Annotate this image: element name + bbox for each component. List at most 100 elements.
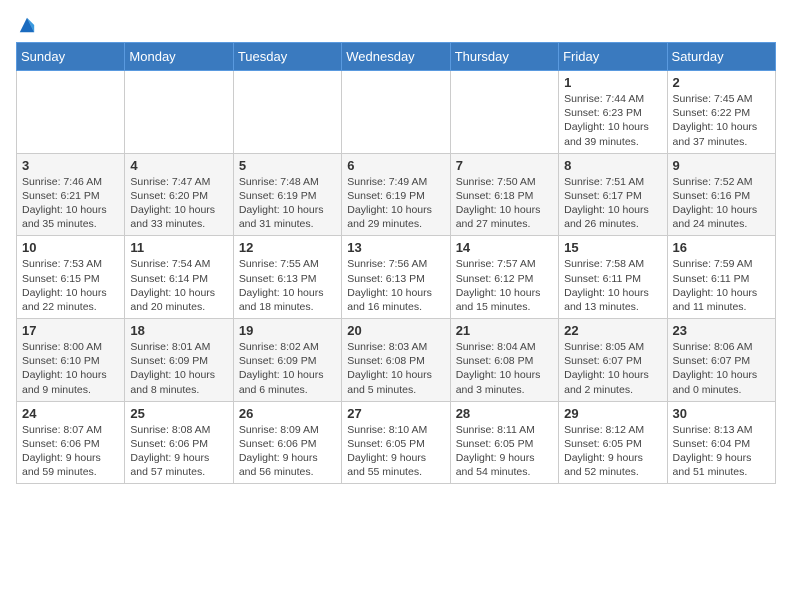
day-number: 14 bbox=[456, 240, 553, 255]
cell-content: Sunrise: 8:06 AM Sunset: 6:07 PM Dayligh… bbox=[673, 340, 770, 397]
cell-content: Sunrise: 8:05 AM Sunset: 6:07 PM Dayligh… bbox=[564, 340, 661, 397]
cell-content: Sunrise: 8:08 AM Sunset: 6:06 PM Dayligh… bbox=[130, 423, 227, 480]
calendar-cell: 10 Sunrise: 7:53 AM Sunset: 6:15 PM Dayli… bbox=[17, 236, 125, 319]
day-number: 26 bbox=[239, 406, 336, 421]
cell-content: Sunrise: 8:03 AM Sunset: 6:08 PM Dayligh… bbox=[347, 340, 444, 397]
cell-content: Sunrise: 7:55 AM Sunset: 6:13 PM Dayligh… bbox=[239, 257, 336, 314]
calendar-cell: 22 Sunrise: 8:05 AM Sunset: 6:07 PM Dayli… bbox=[559, 319, 667, 402]
day-number: 7 bbox=[456, 158, 553, 173]
calendar-cell: 23Sunrise: 8:06 AM Sunset: 6:07 PM Dayli… bbox=[667, 319, 775, 402]
day-number: 15 bbox=[564, 240, 661, 255]
calendar-cell: 8 Sunrise: 7:51 AM Sunset: 6:17 PM Daylig… bbox=[559, 153, 667, 236]
calendar-cell: 20 Sunrise: 8:03 AM Sunset: 6:08 PM Dayli… bbox=[342, 319, 450, 402]
day-number: 3 bbox=[22, 158, 119, 173]
cell-content: Sunrise: 8:10 AM Sunset: 6:05 PM Dayligh… bbox=[347, 423, 444, 480]
calendar-cell: 19Sunrise: 8:02 AM Sunset: 6:09 PM Dayli… bbox=[233, 319, 341, 402]
calendar-cell: 15 Sunrise: 7:58 AM Sunset: 6:11 PM Dayli… bbox=[559, 236, 667, 319]
day-number: 4 bbox=[130, 158, 227, 173]
page-header bbox=[16, 16, 776, 30]
calendar-cell: 6 Sunrise: 7:49 AM Sunset: 6:19 PM Daylig… bbox=[342, 153, 450, 236]
cell-content: Sunrise: 7:59 AM Sunset: 6:11 PM Dayligh… bbox=[673, 257, 770, 314]
weekday-header-tuesday: Tuesday bbox=[233, 43, 341, 71]
day-number: 20 bbox=[347, 323, 444, 338]
calendar-cell: 24 Sunrise: 8:07 AM Sunset: 6:06 PM Dayli… bbox=[17, 401, 125, 484]
calendar-cell: 2 Sunrise: 7:45 AM Sunset: 6:22 PM Daylig… bbox=[667, 71, 775, 154]
day-number: 18 bbox=[130, 323, 227, 338]
calendar-header-row: SundayMondayTuesdayWednesdayThursdayFrid… bbox=[17, 43, 776, 71]
cell-content: Sunrise: 7:52 AM Sunset: 6:16 PM Dayligh… bbox=[673, 175, 770, 232]
calendar-cell: 13 Sunrise: 7:56 AM Sunset: 6:13 PM Dayli… bbox=[342, 236, 450, 319]
day-number: 16 bbox=[673, 240, 770, 255]
calendar-cell bbox=[233, 71, 341, 154]
day-number: 21 bbox=[456, 323, 553, 338]
day-number: 22 bbox=[564, 323, 661, 338]
day-number: 5 bbox=[239, 158, 336, 173]
day-number: 1 bbox=[564, 75, 661, 90]
cell-content: Sunrise: 7:50 AM Sunset: 6:18 PM Dayligh… bbox=[456, 175, 553, 232]
calendar-week-row: 1 Sunrise: 7:44 AM Sunset: 6:23 PM Daylig… bbox=[17, 71, 776, 154]
calendar-cell: 28Sunrise: 8:11 AM Sunset: 6:05 PM Dayli… bbox=[450, 401, 558, 484]
cell-content: Sunrise: 8:07 AM Sunset: 6:06 PM Dayligh… bbox=[22, 423, 119, 480]
cell-content: Sunrise: 7:56 AM Sunset: 6:13 PM Dayligh… bbox=[347, 257, 444, 314]
cell-content: Sunrise: 8:04 AM Sunset: 6:08 PM Dayligh… bbox=[456, 340, 553, 397]
weekday-header-monday: Monday bbox=[125, 43, 233, 71]
calendar-week-row: 17Sunrise: 8:00 AM Sunset: 6:10 PM Dayli… bbox=[17, 319, 776, 402]
cell-content: Sunrise: 7:44 AM Sunset: 6:23 PM Dayligh… bbox=[564, 92, 661, 149]
weekday-header-wednesday: Wednesday bbox=[342, 43, 450, 71]
cell-content: Sunrise: 8:12 AM Sunset: 6:05 PM Dayligh… bbox=[564, 423, 661, 480]
calendar-cell: 4 Sunrise: 7:47 AM Sunset: 6:20 PM Daylig… bbox=[125, 153, 233, 236]
cell-content: Sunrise: 7:51 AM Sunset: 6:17 PM Dayligh… bbox=[564, 175, 661, 232]
calendar-cell: 17Sunrise: 8:00 AM Sunset: 6:10 PM Dayli… bbox=[17, 319, 125, 402]
calendar-week-row: 24 Sunrise: 8:07 AM Sunset: 6:06 PM Dayli… bbox=[17, 401, 776, 484]
weekday-header-friday: Friday bbox=[559, 43, 667, 71]
calendar-cell: 21 Sunrise: 8:04 AM Sunset: 6:08 PM Dayli… bbox=[450, 319, 558, 402]
calendar-cell: 12 Sunrise: 7:55 AM Sunset: 6:13 PM Dayli… bbox=[233, 236, 341, 319]
day-number: 29 bbox=[564, 406, 661, 421]
day-number: 12 bbox=[239, 240, 336, 255]
cell-content: Sunrise: 7:49 AM Sunset: 6:19 PM Dayligh… bbox=[347, 175, 444, 232]
day-number: 24 bbox=[22, 406, 119, 421]
day-number: 17 bbox=[22, 323, 119, 338]
calendar-cell: 30 Sunrise: 8:13 AM Sunset: 6:04 PM Dayli… bbox=[667, 401, 775, 484]
day-number: 6 bbox=[347, 158, 444, 173]
cell-content: Sunrise: 7:53 AM Sunset: 6:15 PM Dayligh… bbox=[22, 257, 119, 314]
day-number: 10 bbox=[22, 240, 119, 255]
day-number: 9 bbox=[673, 158, 770, 173]
cell-content: Sunrise: 7:57 AM Sunset: 6:12 PM Dayligh… bbox=[456, 257, 553, 314]
logo bbox=[16, 16, 36, 30]
calendar-table: SundayMondayTuesdayWednesdayThursdayFrid… bbox=[16, 42, 776, 484]
calendar-cell bbox=[125, 71, 233, 154]
day-number: 13 bbox=[347, 240, 444, 255]
calendar-cell: 5 Sunrise: 7:48 AM Sunset: 6:19 PM Daylig… bbox=[233, 153, 341, 236]
weekday-header-saturday: Saturday bbox=[667, 43, 775, 71]
calendar-cell: 3 Sunrise: 7:46 AM Sunset: 6:21 PM Daylig… bbox=[17, 153, 125, 236]
calendar-cell bbox=[17, 71, 125, 154]
calendar-cell: 27 Sunrise: 8:10 AM Sunset: 6:05 PM Dayli… bbox=[342, 401, 450, 484]
calendar-cell: 11Sunrise: 7:54 AM Sunset: 6:14 PM Dayli… bbox=[125, 236, 233, 319]
calendar-cell: 16 Sunrise: 7:59 AM Sunset: 6:11 PM Dayli… bbox=[667, 236, 775, 319]
day-number: 27 bbox=[347, 406, 444, 421]
calendar-cell: 7 Sunrise: 7:50 AM Sunset: 6:18 PM Daylig… bbox=[450, 153, 558, 236]
calendar-cell: 26 Sunrise: 8:09 AM Sunset: 6:06 PM Dayli… bbox=[233, 401, 341, 484]
cell-content: Sunrise: 7:47 AM Sunset: 6:20 PM Dayligh… bbox=[130, 175, 227, 232]
cell-content: Sunrise: 8:09 AM Sunset: 6:06 PM Dayligh… bbox=[239, 423, 336, 480]
cell-content: Sunrise: 7:46 AM Sunset: 6:21 PM Dayligh… bbox=[22, 175, 119, 232]
calendar-cell bbox=[342, 71, 450, 154]
cell-content: Sunrise: 7:58 AM Sunset: 6:11 PM Dayligh… bbox=[564, 257, 661, 314]
calendar-week-row: 10 Sunrise: 7:53 AM Sunset: 6:15 PM Dayli… bbox=[17, 236, 776, 319]
cell-content: Sunrise: 8:02 AM Sunset: 6:09 PM Dayligh… bbox=[239, 340, 336, 397]
day-number: 11 bbox=[130, 240, 227, 255]
day-number: 25 bbox=[130, 406, 227, 421]
cell-content: Sunrise: 8:13 AM Sunset: 6:04 PM Dayligh… bbox=[673, 423, 770, 480]
cell-content: Sunrise: 8:11 AM Sunset: 6:05 PM Dayligh… bbox=[456, 423, 553, 480]
calendar-cell: 14 Sunrise: 7:57 AM Sunset: 6:12 PM Dayli… bbox=[450, 236, 558, 319]
weekday-header-thursday: Thursday bbox=[450, 43, 558, 71]
day-number: 8 bbox=[564, 158, 661, 173]
weekday-header-sunday: Sunday bbox=[17, 43, 125, 71]
calendar-cell: 29 Sunrise: 8:12 AM Sunset: 6:05 PM Dayli… bbox=[559, 401, 667, 484]
cell-content: Sunrise: 7:45 AM Sunset: 6:22 PM Dayligh… bbox=[673, 92, 770, 149]
day-number: 2 bbox=[673, 75, 770, 90]
cell-content: Sunrise: 7:48 AM Sunset: 6:19 PM Dayligh… bbox=[239, 175, 336, 232]
day-number: 30 bbox=[673, 406, 770, 421]
calendar-cell: 18Sunrise: 8:01 AM Sunset: 6:09 PM Dayli… bbox=[125, 319, 233, 402]
